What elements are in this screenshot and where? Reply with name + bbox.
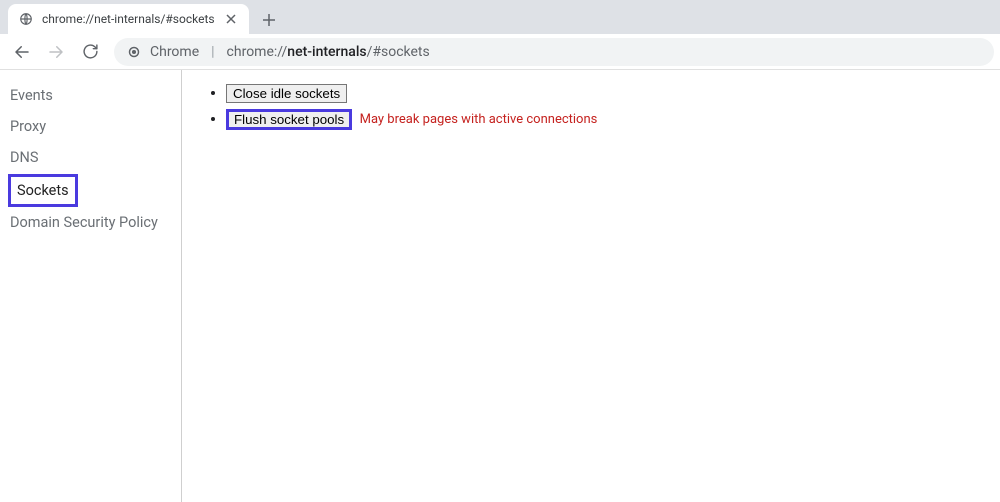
omnibox-url-host: net-internals <box>287 44 366 60</box>
main-panel: Close idle sockets Flush socket pools Ma… <box>182 70 1000 502</box>
sidebar-item-sockets[interactable]: Sockets <box>8 174 78 207</box>
flush-socket-pools-button[interactable]: Flush socket pools <box>226 109 352 130</box>
globe-icon <box>18 11 34 27</box>
back-button[interactable] <box>6 36 38 68</box>
new-tab-button[interactable] <box>255 6 283 34</box>
omnibox-url-suffix: /#sockets <box>367 44 430 60</box>
omnibox-url-prefix: chrome:// <box>227 44 288 60</box>
list-item: Flush socket pools May break pages with … <box>226 109 980 130</box>
tab-strip: chrome://net-internals/#sockets <box>0 0 1000 34</box>
browser-tab[interactable]: chrome://net-internals/#sockets <box>8 4 249 34</box>
forward-button[interactable] <box>40 36 72 68</box>
site-info-icon[interactable] <box>126 44 142 60</box>
sidebar-item-dns[interactable]: DNS <box>8 142 40 173</box>
toolbar: Chrome | chrome://net-internals/#sockets <box>0 34 1000 70</box>
sidebar-item-proxy[interactable]: Proxy <box>8 111 48 142</box>
sidebar: Events Proxy DNS Sockets Domain Security… <box>0 70 182 502</box>
sidebar-item-domain-security[interactable]: Domain Security Policy <box>8 207 160 238</box>
page-content: Events Proxy DNS Sockets Domain Security… <box>0 70 1000 502</box>
omnibox-host: Chrome <box>150 44 199 60</box>
sidebar-item-events[interactable]: Events <box>8 80 55 111</box>
close-idle-sockets-button[interactable]: Close idle sockets <box>226 84 347 103</box>
close-tab-icon[interactable] <box>223 11 239 27</box>
omnibox-separator: | <box>211 44 214 60</box>
tab-title: chrome://net-internals/#sockets <box>42 12 215 26</box>
address-bar[interactable]: Chrome | chrome://net-internals/#sockets <box>114 38 994 66</box>
warning-text: May break pages with active connections <box>360 112 598 127</box>
reload-button[interactable] <box>74 36 106 68</box>
list-item: Close idle sockets <box>226 84 980 103</box>
